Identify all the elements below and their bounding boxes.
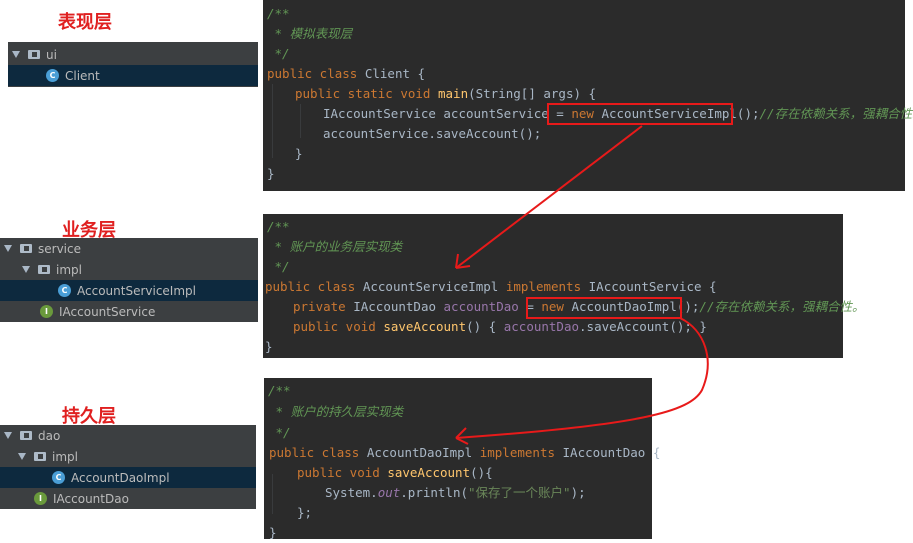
interface-icon: I	[34, 492, 47, 505]
expand-arrow-icon[interactable]	[4, 245, 12, 252]
expand-arrow-icon[interactable]	[12, 51, 20, 58]
package-folder-icon	[20, 244, 32, 253]
project-tree-service: service impl C AccountServiceImpl I IAcc…	[0, 238, 258, 322]
tree-node-service[interactable]: service	[0, 238, 258, 259]
class-icon: C	[58, 284, 71, 297]
code-line: * 模拟表现层	[267, 26, 353, 41]
tree-node-client[interactable]: C Client	[8, 65, 258, 86]
code-line: /**	[268, 383, 291, 398]
code-line: /**	[267, 219, 290, 234]
tree-node-accountdaoimpl[interactable]: C AccountDaoImpl	[0, 467, 256, 488]
code-line: /**	[267, 6, 290, 21]
tree-node-label: service	[38, 241, 81, 256]
package-folder-icon	[38, 265, 50, 274]
project-tree-ui: ui C Client	[8, 42, 258, 87]
tree-node-label: dao	[38, 428, 61, 443]
tree-node-label: Client	[65, 68, 100, 83]
tree-node-label: IAccountDao	[53, 491, 129, 506]
tree-node-label: ui	[46, 47, 57, 62]
code-line: */	[267, 46, 290, 61]
class-icon: C	[52, 471, 65, 484]
dependency-highlight-box	[526, 297, 682, 319]
code-line: }	[269, 525, 277, 540]
code-line: }	[267, 166, 275, 181]
tree-node-label: impl	[52, 449, 78, 464]
code-line: public void saveAccount() { accountDao.s…	[293, 319, 707, 334]
interface-icon: I	[40, 305, 53, 318]
code-line: public class AccountServiceImpl implemen…	[265, 279, 717, 294]
tree-node-dao-impl[interactable]: impl	[0, 446, 256, 467]
class-icon: C	[46, 69, 59, 82]
tree-node-label: IAccountService	[59, 304, 156, 319]
expand-arrow-icon[interactable]	[18, 453, 26, 460]
code-line: public class Client {	[267, 66, 426, 81]
project-tree-dao: dao impl C AccountDaoImpl I IAccountDao	[0, 425, 256, 509]
code-line: * 账户的持久层实现类	[268, 404, 404, 419]
code-line: }	[295, 146, 303, 161]
tree-node-accountserviceimpl[interactable]: C AccountServiceImpl	[0, 280, 258, 301]
code-line: accountService.saveAccount();	[323, 126, 542, 141]
code-line: */	[268, 425, 291, 440]
package-folder-icon	[34, 452, 46, 461]
code-line: };	[297, 505, 313, 520]
tree-node-iaccountservice[interactable]: I IAccountService	[0, 301, 258, 322]
tree-node-ui[interactable]: ui	[8, 44, 258, 65]
code-line: */	[267, 259, 290, 274]
tree-node-service-impl[interactable]: impl	[0, 259, 258, 280]
code-editor-accountserviceimpl[interactable]: /** * 账户的业务层实现类 */ public class AccountS…	[263, 214, 864, 358]
code-line: public class AccountDaoImpl implements I…	[269, 445, 661, 460]
layer-title-presentation: 表现层	[58, 12, 112, 33]
tree-node-iaccountdao[interactable]: I IAccountDao	[0, 488, 256, 509]
code-line: System.out.println("保存了一个账户");	[325, 485, 586, 500]
code-editor-accountdaoimpl[interactable]: /** * 账户的持久层实现类 */ public class AccountD…	[264, 378, 660, 540]
code-line: }	[265, 339, 273, 354]
package-folder-icon	[20, 431, 32, 440]
code-line: * 账户的业务层实现类	[267, 239, 403, 254]
package-folder-icon	[28, 50, 40, 59]
code-editor-client[interactable]: /** * 模拟表现层 */ public class Client { pub…	[263, 0, 913, 191]
code-line: public static void main(String[] args) {	[295, 86, 597, 101]
tree-node-dao[interactable]: dao	[0, 425, 256, 446]
tree-node-label: impl	[56, 262, 82, 277]
tree-node-label: AccountDaoImpl	[71, 470, 170, 485]
expand-arrow-icon[interactable]	[4, 432, 12, 439]
expand-arrow-icon[interactable]	[22, 266, 30, 273]
dependency-highlight-box	[547, 103, 733, 125]
tree-node-label: AccountServiceImpl	[77, 283, 196, 298]
code-line: public void saveAccount(){	[297, 465, 493, 480]
